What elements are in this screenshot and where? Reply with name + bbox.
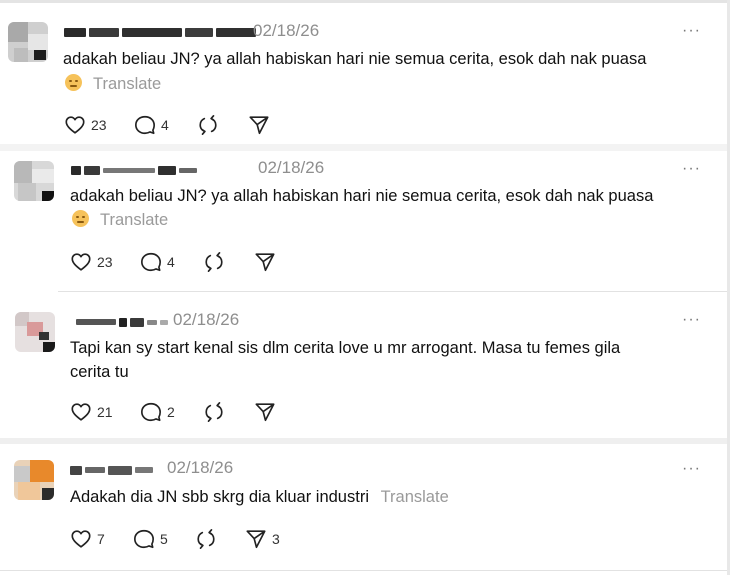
more-icon[interactable]: ··· xyxy=(682,161,701,177)
username[interactable] xyxy=(76,316,168,328)
post-card: 02/18/26 ··· Adakah dia JN sbb skrg dia … xyxy=(0,444,727,575)
reply-button[interactable]: 5 xyxy=(133,528,168,550)
post-card: 02/18/26 ··· adakah beliau JN? ya allah … xyxy=(0,0,727,150)
repost-icon xyxy=(205,252,223,272)
post-date[interactable]: 02/18/26 xyxy=(253,21,319,41)
post-text-content: adakah beliau JN? ya allah habiskan hari… xyxy=(63,50,647,68)
neutral-face-icon xyxy=(65,74,82,91)
post-text-content: adakah beliau JN? ya allah habiskan hari… xyxy=(70,187,654,205)
reply-button[interactable]: 2 xyxy=(140,401,175,423)
post-text-line: cerita tu xyxy=(70,363,129,381)
post-divider xyxy=(0,570,727,571)
neutral-face-icon xyxy=(72,210,89,227)
heart-icon xyxy=(65,116,85,134)
share-icon xyxy=(246,530,266,549)
post-text-line: Tapi kan sy start kenal sis dlm cerita l… xyxy=(70,339,621,357)
avatar[interactable] xyxy=(14,161,54,201)
comment-icon xyxy=(134,529,154,549)
post-text: adakah beliau JN? ya allah habiskan hari… xyxy=(70,184,653,209)
more-icon[interactable]: ··· xyxy=(682,23,701,39)
share-button[interactable] xyxy=(254,401,281,423)
post-date[interactable]: 02/18/26 xyxy=(173,310,239,330)
post-date[interactable]: 02/18/26 xyxy=(258,158,324,178)
repost-icon xyxy=(197,529,215,549)
repost-button[interactable] xyxy=(203,251,230,273)
like-count: 7 xyxy=(97,531,105,547)
username[interactable] xyxy=(70,464,153,476)
post-actions: 23 4 xyxy=(70,251,350,275)
reply-count: 4 xyxy=(161,117,169,133)
like-count: 23 xyxy=(91,117,107,133)
repost-button[interactable] xyxy=(195,528,222,550)
share-icon xyxy=(255,403,275,422)
comment-icon xyxy=(135,115,155,135)
avatar[interactable] xyxy=(8,22,48,62)
section-gap xyxy=(0,144,727,151)
avatar[interactable] xyxy=(14,460,54,500)
post-actions: 21 2 xyxy=(70,401,350,425)
like-count: 21 xyxy=(97,404,113,420)
share-button[interactable] xyxy=(248,114,275,136)
post-text: Adakah dia JN sbb skrg dia kluar industr… xyxy=(70,485,449,510)
heart-icon xyxy=(71,253,91,271)
post-text: cerita tu xyxy=(70,360,129,385)
reply-count: 2 xyxy=(167,404,175,420)
post-actions: 7 5 3 xyxy=(70,528,350,552)
post-text: adakah beliau JN? ya allah habiskan hari… xyxy=(63,47,646,72)
post-card: 02/18/26 ··· adakah beliau JN? ya allah … xyxy=(0,151,727,291)
post-text-row2: Translate xyxy=(65,72,161,97)
like-button[interactable]: 21 xyxy=(70,401,113,423)
repost-button[interactable] xyxy=(203,401,230,423)
post-text: Tapi kan sy start kenal sis dlm cerita l… xyxy=(70,336,620,361)
repost-icon xyxy=(199,115,217,135)
like-button[interactable]: 23 xyxy=(64,114,107,136)
avatar[interactable] xyxy=(15,312,55,352)
post-text-content: Adakah dia JN sbb skrg dia kluar industr… xyxy=(70,488,369,506)
heart-icon xyxy=(71,530,91,548)
reply-count: 5 xyxy=(160,531,168,547)
post-actions: 23 4 xyxy=(64,114,344,138)
username[interactable] xyxy=(64,26,256,38)
comment-icon xyxy=(141,402,161,422)
reply-button[interactable]: 4 xyxy=(134,114,169,136)
more-icon[interactable]: ··· xyxy=(682,461,701,477)
heart-icon xyxy=(71,403,91,421)
like-button[interactable]: 7 xyxy=(70,528,105,550)
username[interactable] xyxy=(71,164,197,176)
share-icon xyxy=(249,116,269,135)
translate-link[interactable]: Translate xyxy=(381,488,449,506)
share-icon xyxy=(255,253,275,272)
share-button[interactable] xyxy=(254,251,281,273)
reply-button[interactable]: 4 xyxy=(140,251,175,273)
more-icon[interactable]: ··· xyxy=(682,312,701,328)
repost-button[interactable] xyxy=(197,114,224,136)
post-text-row2: Translate xyxy=(72,208,168,233)
translate-link[interactable]: Translate xyxy=(93,75,161,93)
like-button[interactable]: 23 xyxy=(70,251,113,273)
post-card: 02/18/26 ··· Tapi kan sy start kenal sis… xyxy=(0,292,727,440)
reply-count: 4 xyxy=(167,254,175,270)
translate-link[interactable]: Translate xyxy=(100,211,168,229)
share-count: 3 xyxy=(272,531,280,547)
like-count: 23 xyxy=(97,254,113,270)
repost-icon xyxy=(205,402,223,422)
share-button[interactable]: 3 xyxy=(245,528,280,550)
comment-icon xyxy=(141,252,161,272)
post-date[interactable]: 02/18/26 xyxy=(167,458,233,478)
